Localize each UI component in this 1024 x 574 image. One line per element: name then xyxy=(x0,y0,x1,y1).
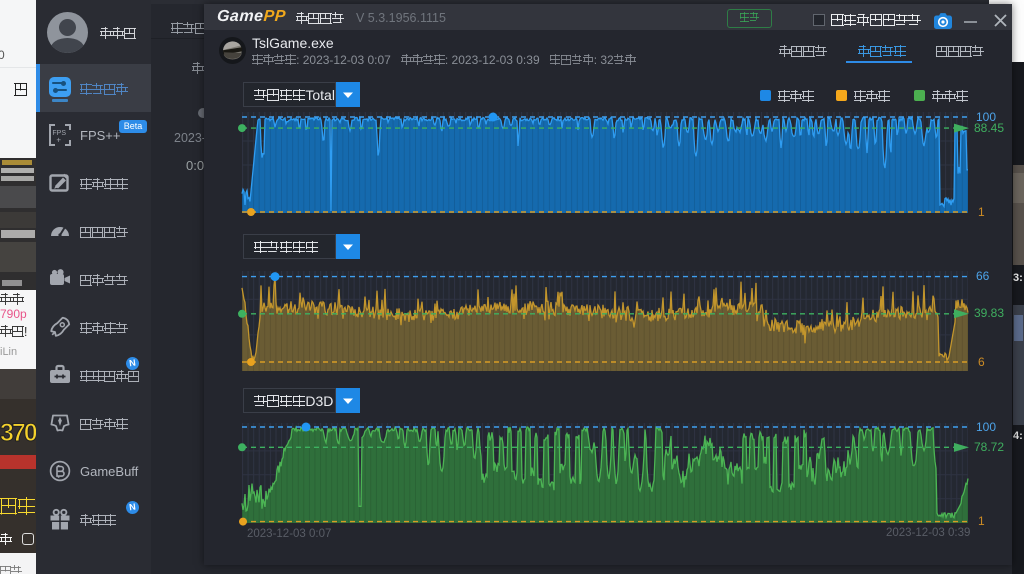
svg-text:+: + xyxy=(56,135,61,144)
